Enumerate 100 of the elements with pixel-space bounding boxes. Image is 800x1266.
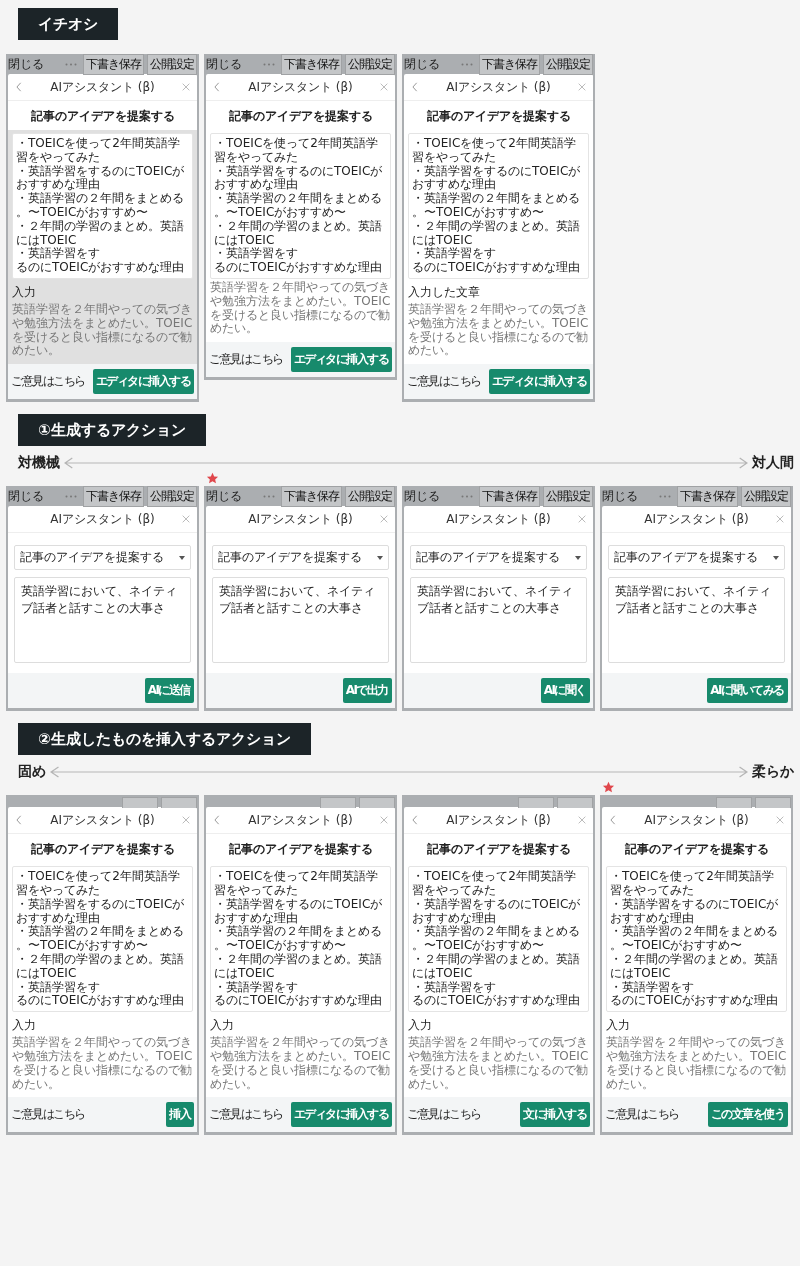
insert-button[interactable]: エディタに挿入する bbox=[290, 1102, 392, 1128]
insert-button[interactable]: 挿入 bbox=[166, 1102, 194, 1128]
idea-line: ・英語学習をす bbox=[16, 247, 101, 262]
insert-button[interactable]: エディタに挿入する bbox=[92, 369, 194, 395]
idea-line: ・TOEICを使って2年間英語学習をやってみた bbox=[16, 137, 181, 165]
more-icon[interactable] bbox=[263, 62, 275, 66]
input-text: 英語学習を２年間やっての気づきや勉強方法をまとめたい。TOEICを受けると良い指標になるので勧めたい。 bbox=[408, 302, 589, 359]
send-button[interactable]: AIに聞く bbox=[540, 678, 590, 704]
back-icon[interactable] bbox=[213, 82, 221, 92]
save-draft-button[interactable]: 下書き保存 bbox=[83, 53, 144, 75]
more-icon[interactable] bbox=[65, 494, 77, 498]
publish-settings-button[interactable]: 公開設定 bbox=[147, 485, 197, 507]
prompt-type-select[interactable]: 記事のアイデアを提案する bbox=[410, 545, 587, 571]
close-icon[interactable] bbox=[380, 815, 388, 826]
save-draft-button[interactable]: 下書き保存 bbox=[281, 485, 342, 507]
dropdown-caret-icon[interactable] bbox=[377, 555, 383, 560]
scale-label: 対人間 bbox=[752, 454, 794, 473]
prompt-field[interactable]: 英語学習において、ネイティブ話者と話すことの大事さ bbox=[212, 577, 389, 664]
more-icon[interactable] bbox=[461, 62, 473, 66]
close-link[interactable]: 閉じる bbox=[8, 55, 44, 73]
close-icon[interactable] bbox=[578, 815, 586, 826]
more-icon[interactable] bbox=[65, 62, 77, 66]
dropdown-caret-icon[interactable] bbox=[773, 555, 779, 560]
more-icon[interactable] bbox=[263, 494, 275, 498]
input-label: 入力 bbox=[12, 1017, 37, 1035]
close-link[interactable]: 閉じる bbox=[404, 487, 440, 505]
scale-label: 固め bbox=[18, 763, 46, 782]
dropdown-caret-icon[interactable] bbox=[179, 555, 185, 560]
feedback-link[interactable]: ご意見はこちら bbox=[209, 351, 283, 369]
feedback-link[interactable]: ご意見はこちら bbox=[11, 373, 85, 391]
prompt-type-select[interactable]: 記事のアイデアを提案する bbox=[608, 545, 785, 571]
send-button[interactable]: AIに聞いてみる bbox=[707, 678, 788, 704]
save-draft-button[interactable]: 下書き保存 bbox=[677, 485, 738, 507]
insert-button[interactable]: この文章を使う bbox=[707, 1102, 788, 1128]
toolbar-button[interactable] bbox=[359, 797, 395, 809]
feedback-link[interactable]: ご意見はこちら bbox=[605, 1106, 679, 1124]
prompt-type-select[interactable]: 記事のアイデアを提案する bbox=[212, 545, 389, 571]
close-icon[interactable] bbox=[182, 514, 190, 525]
toolbar-button[interactable] bbox=[161, 797, 197, 809]
prompt-field[interactable]: 英語学習において、ネイティブ話者と話すことの大事さ bbox=[608, 577, 785, 664]
idea-line: ・２年間の学習のまとめ。英語にはTOEIC bbox=[16, 952, 185, 981]
close-icon[interactable] bbox=[182, 82, 190, 92]
back-icon[interactable] bbox=[15, 82, 23, 92]
back-icon[interactable] bbox=[411, 82, 419, 92]
save-draft-button[interactable]: 下書き保存 bbox=[479, 53, 540, 75]
close-link[interactable]: 閉じる bbox=[206, 487, 242, 505]
more-icon[interactable] bbox=[659, 494, 671, 498]
dropdown-caret-icon[interactable] bbox=[575, 555, 581, 560]
toolbar-button[interactable] bbox=[320, 797, 356, 809]
close-link[interactable]: 閉じる bbox=[404, 55, 440, 73]
more-icon[interactable] bbox=[461, 494, 473, 498]
close-icon[interactable] bbox=[182, 815, 190, 826]
send-button[interactable]: AIで出力 bbox=[342, 678, 392, 704]
insert-button[interactable]: 文に挿入する bbox=[520, 1102, 590, 1128]
insert-button[interactable]: エディタに挿入する bbox=[488, 369, 590, 395]
prompt-field[interactable]: 英語学習において、ネイティブ話者と話すことの大事さ bbox=[14, 577, 191, 664]
prompt-field[interactable]: 英語学習において、ネイティブ話者と話すことの大事さ bbox=[410, 577, 587, 664]
feedback-link[interactable]: ご意見はこちら bbox=[407, 1106, 481, 1124]
close-icon[interactable] bbox=[776, 514, 784, 525]
idea-line: るのにTOEICがおすすめな理由 bbox=[610, 994, 780, 1009]
close-icon[interactable] bbox=[578, 514, 586, 525]
back-icon[interactable] bbox=[411, 815, 419, 826]
toolbar-button[interactable] bbox=[716, 797, 752, 809]
close-icon[interactable] bbox=[776, 815, 784, 826]
publish-settings-button[interactable]: 公開設定 bbox=[147, 53, 197, 75]
toolbar-button[interactable] bbox=[557, 797, 593, 809]
feedback-link[interactable]: ご意見はこちら bbox=[209, 1106, 283, 1124]
idea-line: ・２年間の学習のまとめ。英語にはTOEIC bbox=[16, 219, 185, 247]
input-label: 入力 bbox=[606, 1017, 631, 1035]
feedback-link[interactable]: ご意見はこちら bbox=[11, 1106, 85, 1124]
idea-line: ・TOEICを使って2年間英語学習をやってみた bbox=[214, 870, 379, 898]
save-draft-button[interactable]: 下書き保存 bbox=[479, 485, 540, 507]
toolbar-button[interactable] bbox=[122, 797, 158, 809]
publish-settings-button[interactable]: 公開設定 bbox=[741, 485, 791, 507]
close-link[interactable]: 閉じる bbox=[8, 487, 44, 505]
input-label: 入力した文章 bbox=[408, 283, 481, 301]
send-button[interactable]: AIに送信 bbox=[144, 678, 194, 704]
result-heading: 記事のアイデアを提案する bbox=[623, 841, 770, 859]
close-icon[interactable] bbox=[380, 82, 388, 92]
back-icon[interactable] bbox=[213, 815, 221, 826]
toolbar-button[interactable] bbox=[755, 797, 791, 809]
toolbar-button[interactable] bbox=[518, 797, 554, 809]
idea-line: るのにTOEICがおすすめな理由 bbox=[214, 261, 384, 275]
save-draft-button[interactable]: 下書き保存 bbox=[281, 53, 342, 75]
close-link[interactable]: 閉じる bbox=[206, 55, 242, 73]
publish-settings-button[interactable]: 公開設定 bbox=[543, 485, 593, 507]
insert-button[interactable]: エディタに挿入する bbox=[290, 347, 392, 373]
close-icon[interactable] bbox=[578, 82, 586, 92]
back-icon[interactable] bbox=[15, 815, 23, 826]
close-icon[interactable] bbox=[380, 514, 388, 525]
feedback-link[interactable]: ご意見はこちら bbox=[407, 373, 481, 391]
back-icon[interactable] bbox=[609, 815, 617, 826]
save-draft-button[interactable]: 下書き保存 bbox=[83, 485, 144, 507]
publish-settings-button[interactable]: 公開設定 bbox=[543, 53, 593, 75]
dialog-title: AIアシスタント (β) bbox=[49, 510, 156, 528]
idea-line: ・２年間の学習のまとめ。英語にはTOEIC bbox=[214, 219, 383, 247]
publish-settings-button[interactable]: 公開設定 bbox=[345, 485, 395, 507]
prompt-type-select[interactable]: 記事のアイデアを提案する bbox=[14, 545, 191, 571]
close-link[interactable]: 閉じる bbox=[602, 487, 638, 505]
publish-settings-button[interactable]: 公開設定 bbox=[345, 53, 395, 75]
